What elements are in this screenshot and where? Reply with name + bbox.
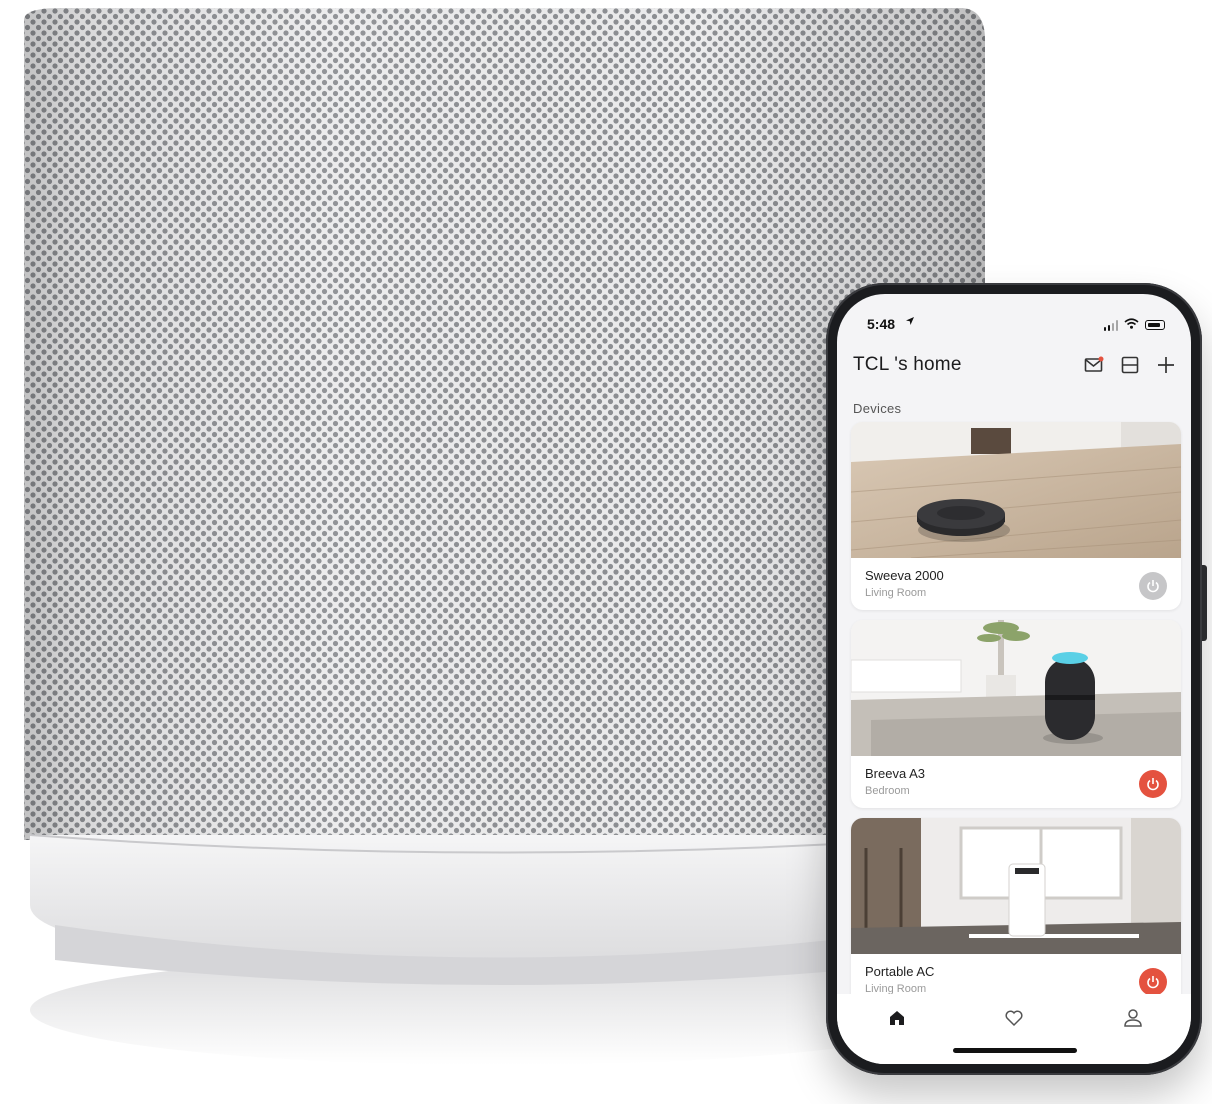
device-name: Sweeva 2000 bbox=[865, 568, 944, 583]
air-purifier-room-photo bbox=[851, 620, 1181, 756]
power-icon bbox=[1147, 778, 1159, 791]
tab-profile[interactable] bbox=[1121, 1006, 1145, 1030]
device-name: Portable AC bbox=[865, 964, 935, 979]
smartphone: 5:48 TCL 's home Devices Sweeva 2000 Liv… bbox=[826, 283, 1207, 1075]
power-icon bbox=[1147, 976, 1159, 989]
device-room: Bedroom bbox=[865, 785, 910, 797]
wifi-icon bbox=[1124, 316, 1139, 334]
home-icon bbox=[890, 1011, 904, 1025]
device-card-breeva-a3[interactable]: Breeva A3 Bedroom bbox=[851, 620, 1181, 808]
device-card-portable-ac[interactable]: Portable AC Living Room bbox=[851, 818, 1181, 1006]
portable-ac-room-photo bbox=[851, 818, 1181, 954]
app-screen: 5:48 TCL 's home Devices Sweeva 2000 Liv… bbox=[837, 294, 1191, 1064]
scan-icon[interactable] bbox=[1119, 354, 1141, 376]
power-button-sweeva-2000[interactable] bbox=[1139, 572, 1167, 600]
device-room: Living Room bbox=[865, 587, 927, 599]
home-indicator bbox=[953, 1048, 1077, 1053]
battery-icon bbox=[1145, 320, 1165, 330]
device-name: Breeva A3 bbox=[865, 766, 925, 781]
heart-icon bbox=[1005, 1010, 1023, 1027]
status-time: 5:48 bbox=[867, 316, 896, 332]
status-icons bbox=[1103, 316, 1165, 334]
power-button-breeva-a3[interactable] bbox=[1139, 770, 1167, 798]
app-header: TCL 's home bbox=[837, 342, 1191, 386]
plus-icon[interactable] bbox=[1155, 354, 1177, 376]
bottom-tab-bar bbox=[837, 994, 1191, 1064]
tab-favorites[interactable] bbox=[1002, 1006, 1026, 1030]
robot-vacuum-photo bbox=[851, 422, 1181, 558]
device-card-sweeva-2000[interactable]: Sweeva 2000 Living Room bbox=[851, 422, 1181, 610]
devices-section-label: Devices bbox=[853, 401, 902, 416]
status-bar: 5:48 bbox=[837, 294, 1191, 340]
user-icon bbox=[1124, 1009, 1142, 1027]
tab-home[interactable] bbox=[885, 1006, 909, 1030]
mail-icon[interactable] bbox=[1083, 354, 1105, 376]
power-button-portable-ac[interactable] bbox=[1139, 968, 1167, 996]
signal-bars-icon bbox=[1103, 319, 1118, 331]
power-icon bbox=[1147, 580, 1159, 593]
phone-side-button bbox=[1202, 565, 1207, 641]
home-title: TCL 's home bbox=[853, 354, 962, 375]
location-arrow-icon bbox=[905, 315, 915, 329]
